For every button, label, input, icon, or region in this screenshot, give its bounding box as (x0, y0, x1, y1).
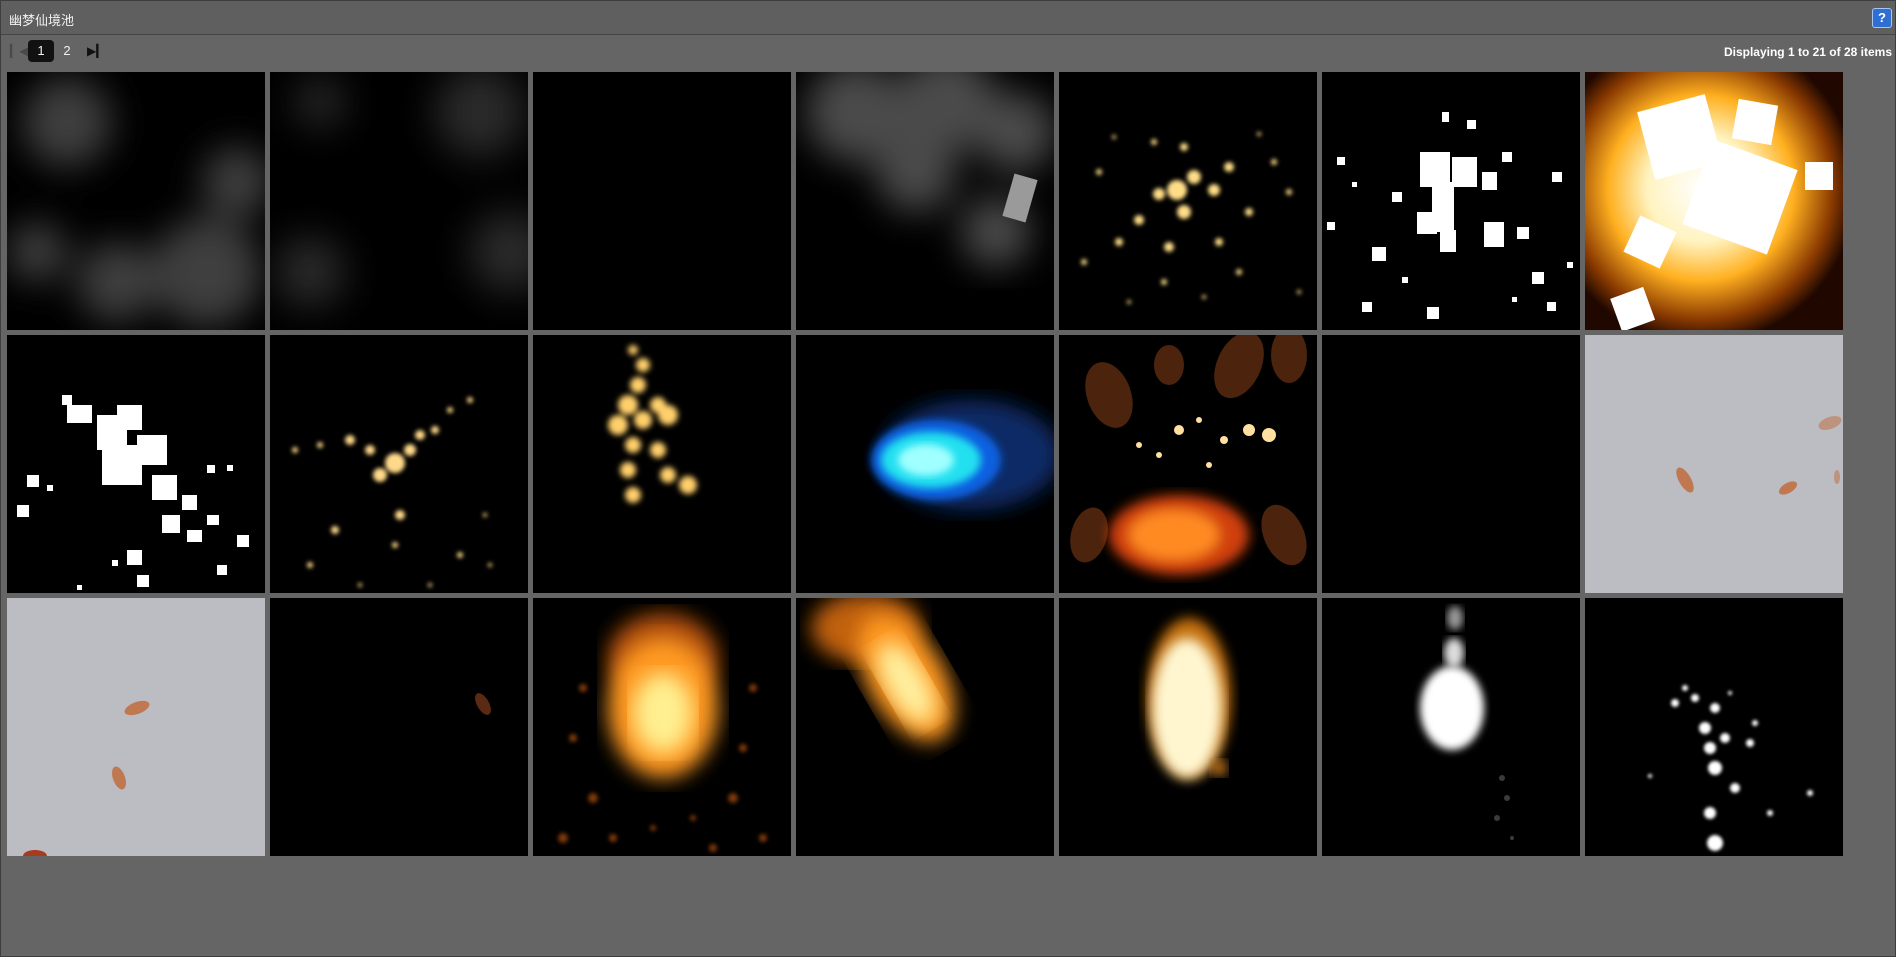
thumbnail-white-bubbles[interactable] (1585, 598, 1843, 856)
thumbnail-cyan-energy-ball[interactable] (796, 335, 1054, 593)
thumbnail-smoke-with-card[interactable] (796, 72, 1054, 330)
thumbnail-white-square-particles[interactable] (1322, 72, 1580, 330)
thumbnail-gold-sparks-burst[interactable] (1059, 72, 1317, 330)
thumbnail-white-square-scatter[interactable] (7, 335, 265, 593)
thumbnail-white-glow-drop[interactable] (1322, 598, 1580, 856)
thumbnail-falling-leaves-light[interactable] (7, 598, 265, 856)
thumbnail-falling-leaf-dark[interactable] (270, 598, 528, 856)
pagination-bar: ▎◀ 1 2 ▶▎ Displaying 1 to 21 of 28 items (1, 37, 1895, 65)
last-page-icon[interactable]: ▶▎ (87, 44, 105, 58)
thumbnail-smoke-dark[interactable] (270, 72, 528, 330)
thumbnail-autumn-leaves-fire[interactable] (1059, 335, 1317, 593)
first-page-icon[interactable]: ▎◀ (10, 44, 28, 58)
display-info: Displaying 1 to 21 of 28 items (1723, 45, 1892, 59)
thumbnail-fireball-orange[interactable] (533, 598, 791, 856)
thumbnail-smoke-gray[interactable] (7, 72, 265, 330)
title-bar: 幽梦仙境池 ? (1, 1, 1895, 35)
thumbnail-gold-sparks-spread[interactable] (270, 335, 528, 593)
thumbnail-fire-comet[interactable] (796, 598, 1054, 856)
help-icon[interactable]: ? (1872, 8, 1892, 28)
thumbnail-gold-flame-trail[interactable] (533, 335, 791, 593)
thumbnail-falling-leaves-light[interactable] (1585, 335, 1843, 593)
page-button-2[interactable]: 2 (54, 40, 80, 62)
thumbnail-fire-explosion-squares[interactable] (1585, 72, 1843, 330)
thumbnail-empty-black[interactable] (1322, 335, 1580, 593)
thumbnail-white-flame[interactable] (1059, 598, 1317, 856)
page-button-1[interactable]: 1 (28, 40, 54, 62)
window-title: 幽梦仙境池 (9, 13, 75, 28)
thumbnail-empty-black[interactable] (533, 72, 791, 330)
dialog-window: 幽梦仙境池 ? ▎◀ 1 2 ▶▎ Displaying 1 to 21 of … (0, 0, 1896, 957)
